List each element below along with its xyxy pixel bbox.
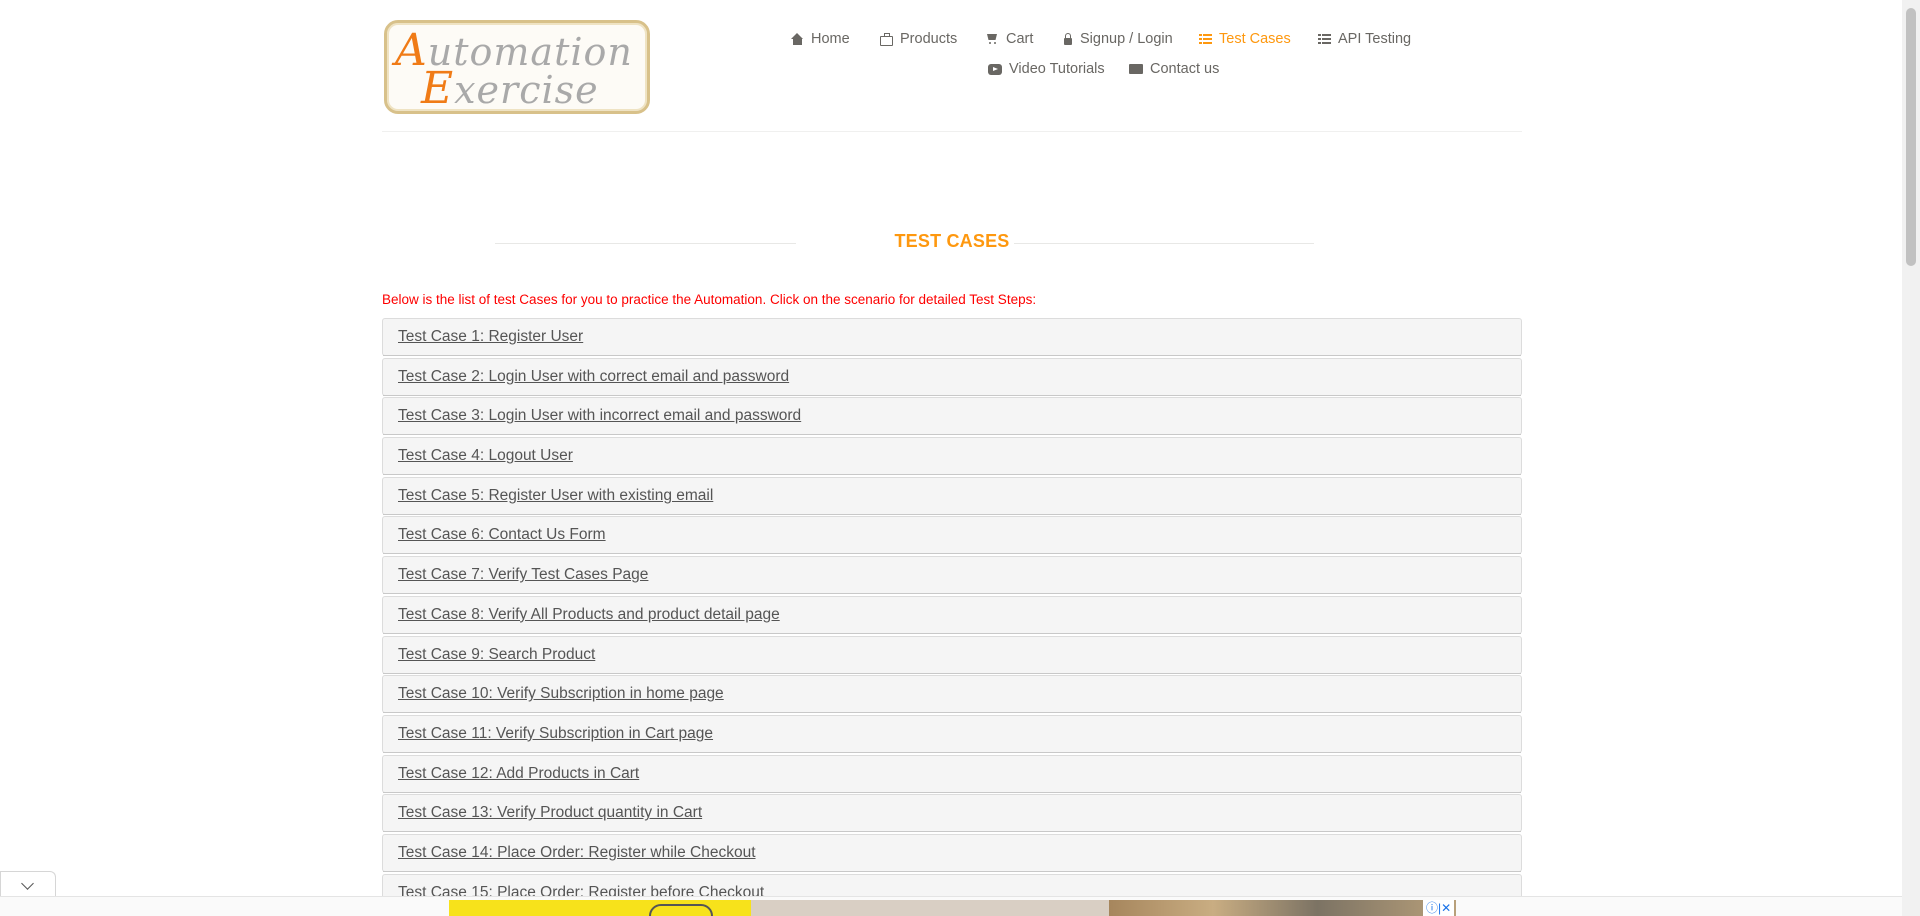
test-case-link[interactable]: Test Case 13: Verify Product quantity in… [398, 804, 702, 822]
test-case-row: Test Case 14: Place Order: Register whil… [382, 833, 1522, 872]
intro-text: Below is the list of test Cases for you … [382, 292, 1037, 307]
nav-signup-login[interactable]: Signup / Login [1063, 31, 1173, 47]
home-icon [791, 33, 804, 45]
lock-icon [1063, 33, 1073, 45]
test-case-row: Test Case 6: Contact Us Form [382, 516, 1522, 555]
ad-banner[interactable] [449, 900, 1456, 916]
nav-label: Contact us [1150, 61, 1220, 77]
test-case-link[interactable]: Test Case 7: Verify Test Cases Page [398, 566, 648, 584]
nav-label: Test Cases [1219, 31, 1291, 47]
nav-label: Products [900, 31, 958, 47]
test-case-row: Test Case 9: Search Product [382, 635, 1522, 674]
scrollbar-thumb[interactable] [1906, 8, 1916, 266]
nav-label: API Testing [1338, 31, 1412, 47]
test-case-link[interactable]: Test Case 12: Add Products in Cart [398, 765, 639, 783]
nav-contact-us[interactable]: Contact us [1129, 61, 1219, 77]
nav-label: Cart [1006, 31, 1034, 47]
test-case-row: Test Case 8: Verify All Products and pro… [382, 595, 1522, 634]
test-case-list: Test Case 1: Register User Test Case 2: L… [382, 318, 1522, 913]
test-case-row: Test Case 11: Verify Subscription in Car… [382, 714, 1522, 753]
chevron-down-icon [21, 877, 34, 890]
vertical-scrollbar[interactable] [1902, 0, 1920, 916]
test-case-link[interactable]: Test Case 1: Register User [398, 328, 583, 346]
test-case-row: Test Case 3: Login User with incorrect e… [382, 397, 1522, 436]
nav-video-tutorials[interactable]: Video Tutorials [988, 61, 1105, 77]
nav-label: Home [811, 31, 850, 47]
list-icon [1199, 33, 1212, 45]
cart-icon [986, 33, 999, 45]
logo-cap-e: E [421, 63, 455, 114]
test-case-row: Test Case 1: Register User [382, 318, 1522, 356]
test-case-row: Test Case 10: Verify Subscription in hom… [382, 675, 1522, 714]
ad-image-3 [1109, 900, 1456, 916]
ad-close-icon[interactable]: ⓘ|✕ [1423, 900, 1455, 916]
products-icon [880, 33, 893, 46]
test-case-link[interactable]: Test Case 4: Logout User [398, 447, 573, 465]
nav-label: Video Tutorials [1009, 61, 1105, 77]
nav-label: Signup / Login [1080, 31, 1173, 47]
test-case-link[interactable]: Test Case 5: Register User with existing… [398, 487, 713, 505]
test-case-row: Test Case 7: Verify Test Cases Page [382, 556, 1522, 595]
nav-cart[interactable]: Cart [986, 31, 1033, 47]
test-case-row: Test Case 4: Logout User [382, 437, 1522, 476]
nav-home[interactable]: Home [791, 31, 850, 47]
list-icon [1318, 33, 1331, 45]
test-case-row: Test Case 12: Add Products in Cart [382, 754, 1522, 793]
ad-image-2 [751, 900, 1109, 916]
page: Automation Exercise Home Products Cart S… [0, 0, 1902, 916]
site-logo[interactable]: Automation Exercise [384, 20, 650, 114]
test-case-link[interactable]: Test Case 11: Verify Subscription in Car… [398, 725, 713, 743]
test-case-link[interactable]: Test Case 3: Login User with incorrect e… [398, 407, 801, 425]
envelope-icon [1129, 64, 1143, 74]
nav-products[interactable]: Products [880, 31, 957, 47]
nav-api-testing[interactable]: API Testing [1318, 31, 1411, 47]
test-case-row: Test Case 2: Login User with correct ema… [382, 357, 1522, 396]
ad-image-1 [449, 900, 751, 916]
test-case-row: Test Case 13: Verify Product quantity in… [382, 794, 1522, 833]
section-title: TEST CASES [382, 225, 1522, 255]
logo-line-2: Exercise [421, 63, 599, 114]
test-case-link[interactable]: Test Case 2: Login User with correct ema… [398, 368, 789, 386]
logo-text-2: xercise [454, 68, 599, 112]
page-title: TEST CASES [894, 231, 1010, 251]
youtube-icon [988, 63, 1002, 75]
test-case-row: Test Case 5: Register User with existing… [382, 476, 1522, 515]
test-case-link[interactable]: Test Case 6: Contact Us Form [398, 526, 606, 544]
test-case-link[interactable]: Test Case 14: Place Order: Register whil… [398, 844, 756, 862]
test-case-link[interactable]: Test Case 9: Search Product [398, 646, 595, 664]
collapse-tab[interactable] [0, 871, 56, 898]
test-case-link[interactable]: Test Case 8: Verify All Products and pro… [398, 606, 780, 624]
test-case-link[interactable]: Test Case 10: Verify Subscription in hom… [398, 685, 724, 703]
nav-test-cases[interactable]: Test Cases [1199, 31, 1291, 47]
site-header: Automation Exercise Home Products Cart S… [382, 0, 1522, 132]
